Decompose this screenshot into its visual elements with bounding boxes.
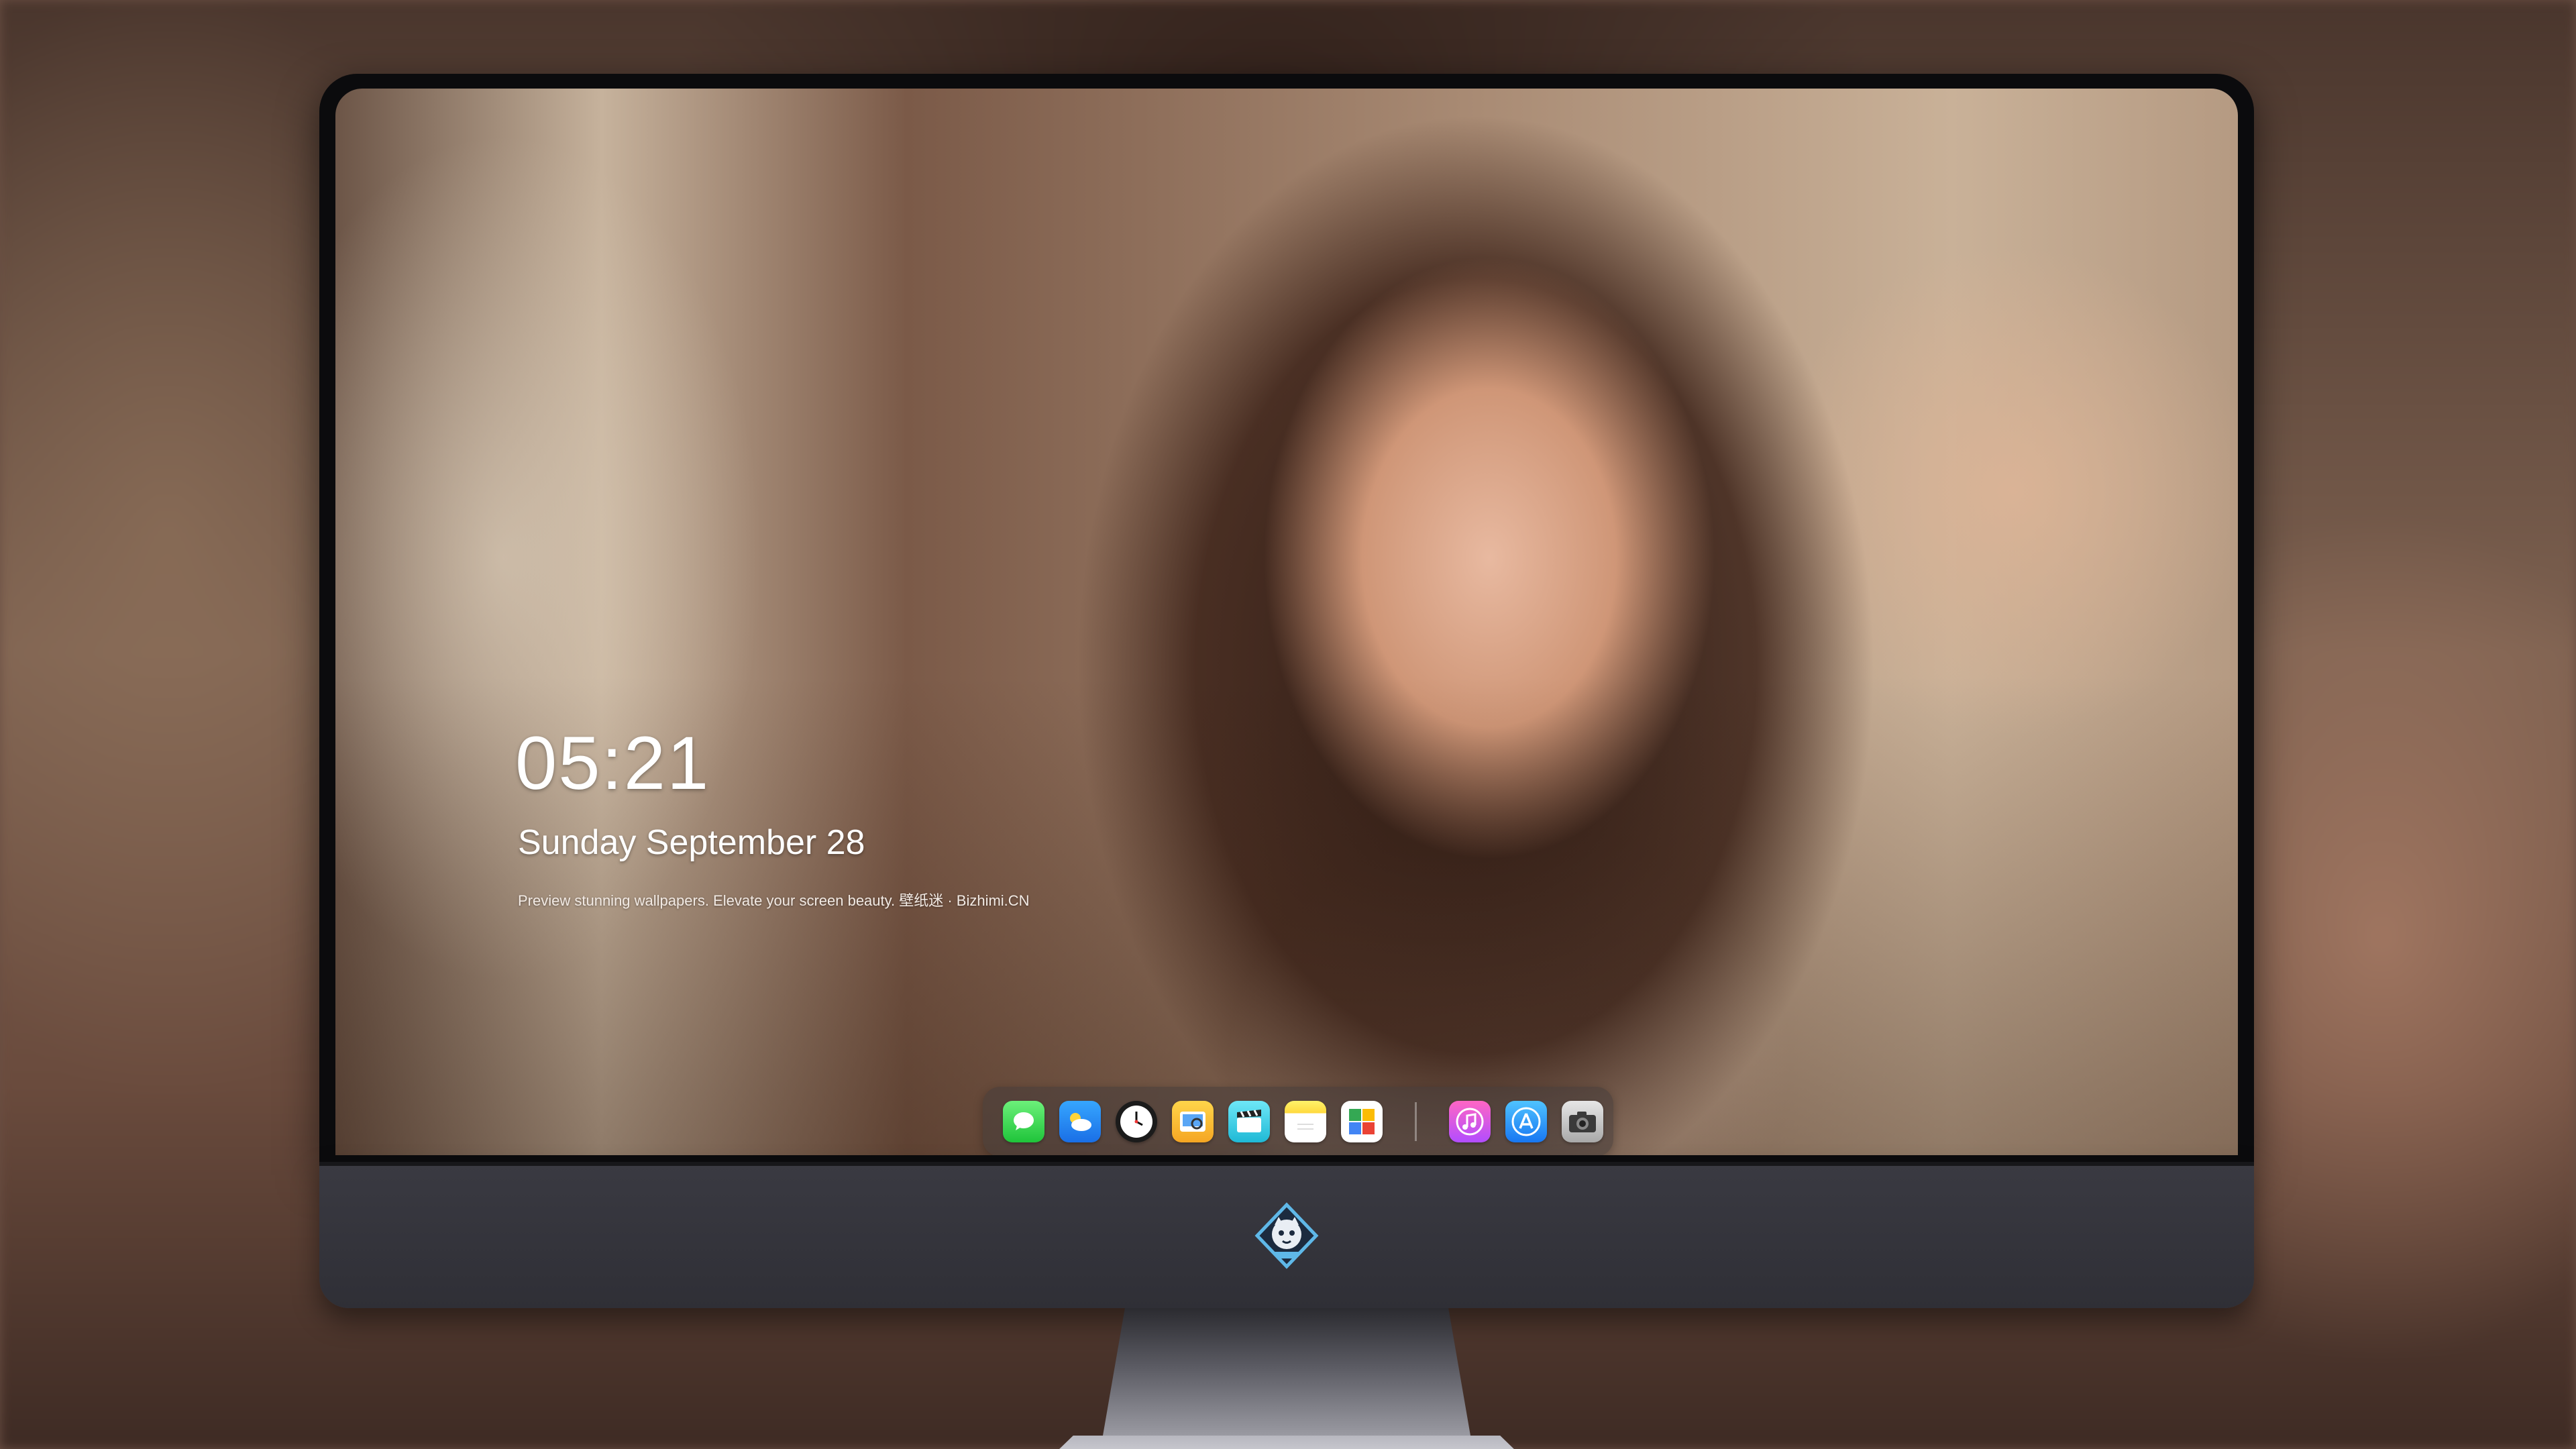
preview-icon[interactable]: [1172, 1101, 1214, 1142]
chin-divider: [319, 1162, 2254, 1166]
camera-icon[interactable]: [1562, 1101, 1603, 1142]
monitor: 05:21 Sunday September 28 Preview stunni…: [319, 74, 2254, 1449]
monitor-chin: [319, 1162, 2254, 1308]
brand-logo-icon: [1253, 1202, 1320, 1269]
video-icon[interactable]: [1228, 1101, 1270, 1142]
lock-screen[interactable]: 05:21 Sunday September 28 Preview stunni…: [335, 89, 2238, 1155]
lock-date: Sunday September 28: [518, 823, 865, 862]
monitor-stand-base: [990, 1436, 1583, 1449]
wallpaper-caption: Preview stunning wallpapers. Elevate you…: [518, 892, 1030, 909]
clock-icon[interactable]: [1116, 1101, 1157, 1142]
dock: [983, 1087, 1613, 1155]
messages-icon[interactable]: [1003, 1101, 1044, 1142]
monitor-bezel: 05:21 Sunday September 28 Preview stunni…: [319, 74, 2254, 1162]
wallpaper-shade: [335, 89, 2238, 1155]
app-store-icon[interactable]: [1505, 1101, 1547, 1142]
music-icon[interactable]: [1449, 1101, 1491, 1142]
notes-icon[interactable]: [1285, 1101, 1326, 1142]
weather-icon[interactable]: [1059, 1101, 1101, 1142]
dock-separator: [1415, 1102, 1417, 1141]
monitor-stand-neck: [1103, 1308, 1470, 1436]
photos-icon[interactable]: [1341, 1101, 1383, 1142]
lock-clock: 05:21: [515, 721, 710, 805]
